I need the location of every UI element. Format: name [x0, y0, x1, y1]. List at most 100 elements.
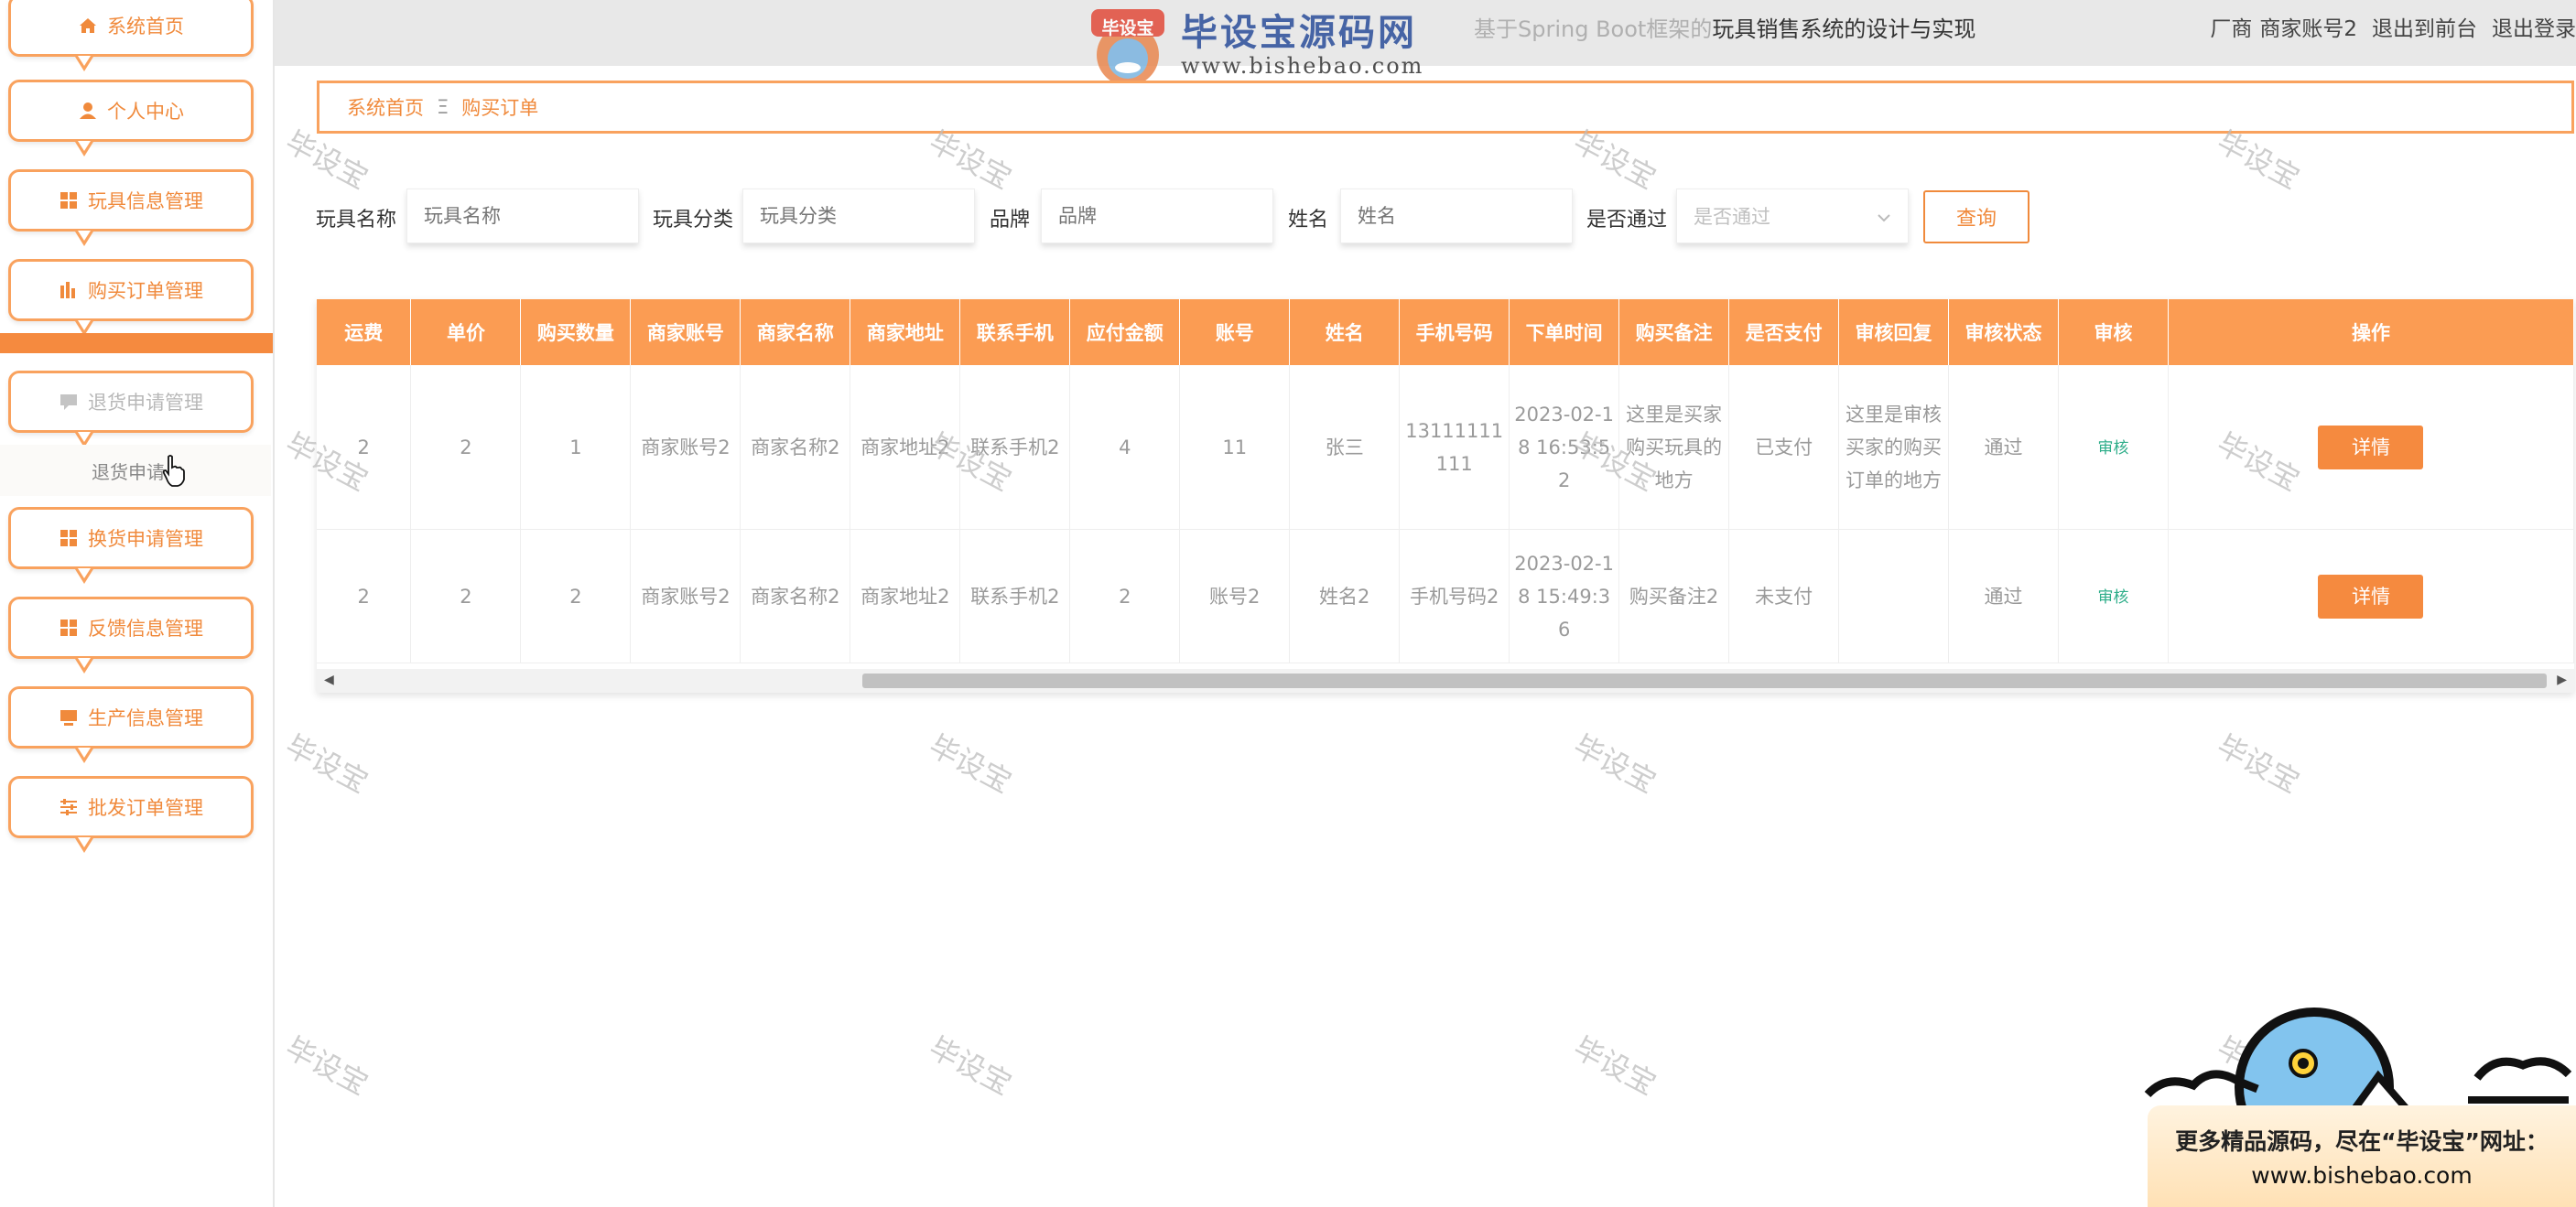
table-cell: 详情: [2168, 529, 2574, 663]
column-header[interactable]: 运费: [317, 299, 412, 365]
column-header[interactable]: 联系手机: [959, 299, 1071, 365]
approved-select-placeholder: 是否通过: [1694, 206, 1770, 228]
table-cell: 2023-02-18 16:53:52: [1509, 365, 1620, 530]
sidebar-item-wholesale[interactable]: 批发订单管理: [8, 776, 254, 853]
scroll-left-arrow-icon[interactable]: ◀: [324, 673, 334, 687]
search-button[interactable]: 查询: [1923, 190, 2029, 243]
column-header[interactable]: 单价: [410, 299, 522, 365]
column-header[interactable]: 审核回复: [1838, 299, 1950, 365]
table-cell: 2: [317, 529, 412, 663]
brand-label: 品牌: [990, 209, 1031, 232]
system-title-main: 玩具销售系统的设计与实现: [1712, 16, 1976, 42]
sidebar-item-label: 系统首页: [107, 16, 184, 38]
watermark-text: 毕设宝: [923, 1029, 1018, 1103]
promo-line-1: 更多精品源码，尽在“毕设宝”网址：: [2175, 1128, 2549, 1155]
audit-link[interactable]: 审核: [2097, 439, 2128, 458]
breadcrumb-current: 购买订单: [461, 97, 539, 119]
column-header[interactable]: 姓名: [1289, 299, 1401, 365]
table-row: 2 2 2 商家账号2 商家名称2 商家地址2 联系手机2 2 账号2 姓名2 …: [317, 529, 2574, 663]
user-role: 厂商: [2210, 17, 2253, 41]
column-header[interactable]: 购买数量: [520, 299, 632, 365]
table-cell: 2: [1069, 529, 1181, 663]
column-header[interactable]: 操作: [2168, 299, 2574, 365]
table-cell: 通过: [1948, 529, 2059, 663]
logo-badge: 毕设宝: [1101, 18, 1154, 38]
column-header[interactable]: 商家地址: [850, 299, 961, 365]
name-input[interactable]: [1340, 189, 1573, 243]
table-header-row: 运费 单价 购买数量 商家账号 商家名称 商家地址 联系手机 应付金额 账号 姓…: [317, 299, 2574, 365]
sidebar-item-label: 玩具信息管理: [88, 190, 203, 212]
sidebar-item-feedback[interactable]: 反馈信息管理: [8, 597, 254, 674]
logo-name: 毕设宝源码网: [1181, 12, 1417, 54]
mouse-cursor-icon: [162, 455, 186, 491]
sidebar-item-production[interactable]: 生产信息管理: [8, 686, 254, 763]
user-name: 商家账号2: [2259, 17, 2357, 41]
sidebar-item-label: 批发订单管理: [88, 797, 203, 819]
chart-icon: [59, 280, 79, 300]
table-cell: 审核: [2058, 529, 2169, 663]
message-icon: [59, 392, 79, 412]
watermark-text: 毕设宝: [279, 727, 374, 801]
orders-table: 运费 单价 购买数量 商家账号 商家名称 商家地址 联系手机 应付金额 账号 姓…: [317, 299, 2574, 693]
table-cell: 商家账号2: [630, 365, 741, 530]
table-cell: 张三: [1289, 365, 1401, 530]
table-cell: 2023-02-18 15:49:36: [1509, 529, 1620, 663]
table-cell: 手机号码2: [1399, 529, 1510, 663]
sidebar-item-purchase-orders[interactable]: 购买订单管理: [8, 259, 254, 336]
column-header[interactable]: 下单时间: [1509, 299, 1620, 365]
column-header[interactable]: 商家名称: [740, 299, 851, 365]
table-cell: 13111111111: [1399, 365, 1510, 530]
breadcrumb-separator: Ξ: [437, 96, 449, 118]
toy-name-input[interactable]: [406, 189, 639, 243]
sidebar-item-label: 个人中心: [107, 101, 184, 123]
column-header[interactable]: 应付金额: [1069, 299, 1181, 365]
table-cell: 1: [520, 365, 632, 530]
table-cell: 购买备注2: [1618, 529, 1730, 663]
table-cell: 已支付: [1728, 365, 1840, 530]
table-cell: 账号2: [1179, 529, 1291, 663]
detail-button[interactable]: 详情: [2318, 425, 2424, 469]
table-row: 2 2 1 商家账号2 商家名称2 商家地址2 联系手机2 4 11 张三 13…: [317, 365, 2574, 530]
sidebar-item-toy-info[interactable]: 玩具信息管理: [8, 169, 254, 246]
grid-icon: [59, 528, 79, 548]
watermark-text: 毕设宝: [923, 727, 1018, 801]
column-header[interactable]: 审核状态: [1948, 299, 2059, 365]
column-header[interactable]: 购买备注: [1618, 299, 1730, 365]
grid-icon: [59, 190, 79, 210]
promo-corner[interactable]: 更多精品源码，尽在“毕设宝”网址： www.bishebao.com: [2138, 997, 2576, 1207]
table-cell: 2: [410, 529, 522, 663]
column-header[interactable]: 手机号码: [1399, 299, 1510, 365]
table-cell: 未支付: [1728, 529, 1840, 663]
watermark-text: 毕设宝: [1567, 1029, 1662, 1103]
approved-select[interactable]: 是否通过: [1676, 189, 1909, 243]
audit-link[interactable]: 审核: [2097, 588, 2128, 607]
table-cell: 4: [1069, 365, 1181, 530]
sidebar-item-returns[interactable]: 退货申请管理: [8, 371, 254, 447]
column-header[interactable]: 审核: [2058, 299, 2169, 365]
column-header[interactable]: 是否支付: [1728, 299, 1840, 365]
toy-category-input[interactable]: [742, 189, 975, 243]
system-title-prefix: 基于Spring Boot框架的: [1474, 16, 1713, 42]
brand-input[interactable]: [1041, 189, 1273, 243]
breadcrumb-home[interactable]: 系统首页: [347, 93, 424, 121]
submenu-item-return-request[interactable]: 退货申请: [0, 445, 271, 496]
horizontal-scrollbar[interactable]: ◀ ▶: [317, 669, 2574, 693]
table-cell: 商家账号2: [630, 529, 741, 663]
table-cell: 2: [317, 365, 412, 530]
table-cell: [1838, 529, 1950, 663]
toy-name-label: 玩具名称: [316, 209, 397, 232]
scroll-right-arrow-icon[interactable]: ▶: [2557, 673, 2567, 687]
sidebar-item-home[interactable]: 系统首页: [8, 0, 254, 71]
detail-button[interactable]: 详情: [2318, 574, 2424, 619]
scrollbar-thumb[interactable]: [862, 674, 2547, 688]
column-header[interactable]: 账号: [1179, 299, 1291, 365]
table-cell: 11: [1179, 365, 1291, 530]
sidebar-item-exchanges[interactable]: 换货申请管理: [8, 507, 254, 584]
watermark-text: 毕设宝: [1567, 727, 1662, 801]
table-cell: 商家名称2: [740, 365, 851, 530]
exit-to-frontend-link[interactable]: 退出到前台: [2372, 17, 2477, 41]
sidebar-item-profile[interactable]: 个人中心: [8, 80, 254, 156]
logout-link[interactable]: 退出登录: [2492, 17, 2576, 41]
sidebar-item-label: 换货申请管理: [88, 528, 203, 550]
column-header[interactable]: 商家账号: [630, 299, 741, 365]
